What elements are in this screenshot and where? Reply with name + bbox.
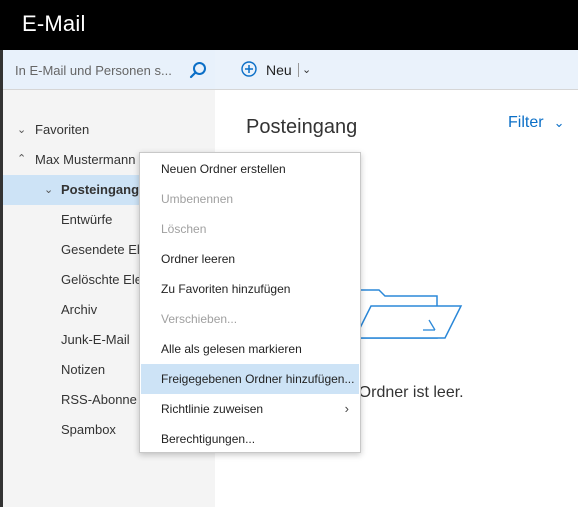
page-title: Posteingang (246, 116, 358, 138)
chevron-up-icon: ⌃ (17, 153, 27, 165)
sidebar-item-label: Junk-E-Mail (61, 332, 130, 347)
menu-item-add-shared-folder[interactable]: Freigegebenen Ordner hinzufügen... (141, 364, 359, 394)
menu-item-delete: Löschen (161, 222, 207, 236)
menu-item-mark-all-read[interactable]: Alle als gelesen markieren (141, 334, 359, 364)
command-bar: Neu ⌄ (215, 50, 578, 90)
sidebar-item-label: Posteingang (61, 182, 140, 197)
divider (298, 63, 299, 77)
sidebar-item-label: Archiv (61, 302, 98, 317)
menu-item-move: Verschieben... (161, 312, 238, 326)
chevron-down-icon: ⌄ (553, 115, 565, 130)
plus-circle-icon (241, 61, 257, 77)
sidebar-item-label: Gesendete Ele (61, 242, 148, 257)
sidebar-item-label: Gelöschte Ele (61, 272, 142, 287)
menu-item-permissions[interactable]: Berechtigungen... (141, 424, 359, 454)
app-title: E-Mail (22, 11, 86, 36)
account-label: Max Mustermann (35, 152, 136, 167)
search-input[interactable] (15, 60, 180, 80)
sidebar-item-label: Entwürfe (61, 212, 113, 227)
chevron-down-icon: ⌄ (44, 184, 54, 196)
search-box (3, 50, 218, 90)
favorites-header[interactable]: ⌄ Favoriten (3, 115, 215, 145)
menu-item-label: Richtlinie zuweisen (161, 402, 264, 416)
filter-label: Filter (508, 114, 544, 131)
sidebar-item-label: RSS-Abonne (61, 392, 137, 407)
favorites-label: Favoriten (35, 122, 90, 137)
sidebar-item-label: Spambox (61, 422, 116, 437)
sidebar-item-label: Notizen (61, 362, 106, 377)
menu-item-new-folder[interactable]: Neuen Ordner erstellen (141, 154, 359, 184)
new-button-label: Neu (266, 62, 292, 78)
menu-item-assign-policy[interactable]: Richtlinie zuweisen › (141, 394, 359, 424)
search-icon[interactable] (189, 61, 207, 79)
chevron-down-icon: ⌄ (17, 124, 27, 136)
menu-item-empty-folder[interactable]: Ordner leeren (141, 244, 359, 274)
menu-item-add-favorites[interactable]: Zu Favoriten hinzufügen (141, 274, 359, 304)
menu-item-rename: Umbenennen (161, 192, 234, 206)
context-menu: Neuen Ordner erstellen Umbenennen Lösche… (139, 152, 361, 453)
chevron-right-icon: › (344, 401, 349, 416)
app-titlebar: E-Mail (0, 0, 578, 50)
chevron-down-icon[interactable]: ⌄ (302, 59, 311, 81)
folder-icon (353, 289, 463, 339)
filter-button[interactable]: Filter ⌄ (508, 114, 564, 132)
